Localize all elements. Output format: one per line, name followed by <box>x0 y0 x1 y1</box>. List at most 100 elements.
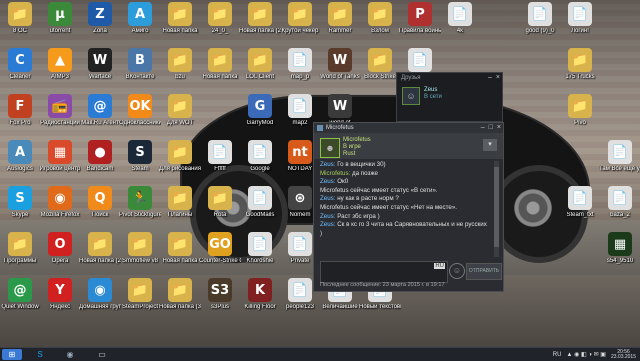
chat-message: Zeus: Ск в кс го 3 чита на Сарявнователь… <box>320 221 488 238</box>
desktop-icon[interactable]: ◉ Mozilla Firefox <box>39 186 81 219</box>
desktop-icon[interactable]: C Cleaner <box>0 48 41 81</box>
close-icon[interactable]: × <box>496 73 500 82</box>
desktop-icon[interactable]: K Killing Floor <box>239 278 281 311</box>
desktop-icon[interactable]: Z Zona <box>79 2 121 35</box>
desktop-icon[interactable]: S Skype <box>0 186 41 219</box>
desktop-icon[interactable]: 📄 Ffffff <box>199 140 241 173</box>
desktop-icon[interactable]: µ utorrent <box>39 2 81 35</box>
skype-icon[interactable]: S <box>30 349 50 360</box>
desktop-icon[interactable]: 📄 Google <box>239 140 281 173</box>
desktop-icon[interactable]: @ Mail.Ru Агент <box>79 94 121 127</box>
maximize-icon[interactable]: □ <box>489 123 493 132</box>
chat-titlebar[interactable]: Microfetus – □ × <box>314 123 503 133</box>
desktop-icon[interactable]: 📁 Новая папка (2) <box>239 2 281 35</box>
desktop-icon[interactable]: S Steam <box>119 140 161 173</box>
desktop-icon[interactable]: 📁 Новая папка <box>159 2 201 35</box>
desktop-icon[interactable]: 📁 SteamProject <box>119 278 161 311</box>
desktop-icon[interactable]: 📁 Плагины <box>159 186 201 219</box>
desktop-icon[interactable]: O Opera <box>39 232 81 265</box>
steam-taskbar-icon[interactable]: ◉ <box>60 349 80 360</box>
desktop-icon[interactable]: @ Quiet Window <box>0 278 41 311</box>
desktop-icon[interactable]: S3 s3Plus <box>199 278 241 311</box>
desktop-icon-glyph: S <box>128 140 152 164</box>
chat-message-text: Го в вещички 30) <box>337 161 386 168</box>
desktop-icon[interactable]: 📁 Rota <box>199 186 241 219</box>
chat-scrollbar[interactable] <box>494 161 499 257</box>
chat-message-text: да позже <box>352 169 378 177</box>
desktop-icon[interactable]: 📁 Для WOT <box>159 94 201 127</box>
desktop-icon-label: Радиостанции <box>40 120 80 126</box>
close-icon[interactable]: × <box>497 123 501 132</box>
desktop-icon[interactable]: 📄 good (9)_0 <box>519 2 561 35</box>
desktop-icon[interactable]: ▦ Игровой центр <box>39 140 81 173</box>
emoticon-icon[interactable]: ☺ <box>449 263 465 279</box>
desktop-icon-label: Одноклассники <box>119 120 161 126</box>
desktop-icon[interactable]: 📁 Взлом <box>359 2 401 35</box>
tray-icons[interactable]: ▲ ◉ ◧ ◑ ✉ ▣ <box>566 351 606 358</box>
friends-titlebar[interactable]: Друзья – × <box>397 73 502 83</box>
send-button[interactable]: ОТПРАВИТЬ <box>466 263 502 280</box>
desktop-icon[interactable]: P Правила войны <box>399 2 441 35</box>
friends-self-entry[interactable]: ☺ Zeus В сети <box>402 87 442 105</box>
desktop-icon-glyph: 📁 <box>128 278 152 302</box>
desktop-icon[interactable]: ▲ AIMP3 <box>39 48 81 81</box>
minimize-icon[interactable]: – <box>488 73 492 82</box>
desktop-icon[interactable]: 📁 Smmoflew v8 <box>119 232 161 265</box>
desktop-icon[interactable]: Q Поиск <box>79 186 121 219</box>
desktop-icon[interactable]: G GarryMod <box>239 94 281 127</box>
desktop-icon-glyph: 📻 <box>48 94 72 118</box>
desktop-icon[interactable]: 📄 4k <box>439 2 481 35</box>
desktop-icon[interactable]: 📄 map_p <box>279 48 321 81</box>
desktop-icon[interactable]: 📁 24_0_ <box>199 2 241 35</box>
desktop-icon[interactable]: OK Одноклассники <box>119 94 161 127</box>
desktop-icon[interactable]: 📄 Там Все ещё удалить <box>599 140 640 173</box>
steam-chat-window[interactable]: Microfetus – □ × ☻ Microfetus В игре Rus… <box>313 122 504 292</box>
desktop-icon[interactable]: GO Counter-Strike Global Offensive <box>199 232 241 265</box>
desktop-icon[interactable]: 📁 Новая папка (3) <box>159 278 201 311</box>
desktop-icon[interactable]: В ВКонтакте <box>119 48 161 81</box>
desktop-icon[interactable]: Y Яндекс <box>39 278 81 311</box>
explorer-icon[interactable]: ▭ <box>92 349 112 360</box>
desktop-icon[interactable]: A Амиго <box>119 2 161 35</box>
language-indicator[interactable]: RU <box>553 352 562 358</box>
desktop-icon[interactable]: 📁 Pivo <box>559 94 601 127</box>
chevron-down-icon[interactable]: ▾ <box>483 139 497 151</box>
desktop-icon[interactable]: A Auslogics <box>0 140 41 173</box>
desktop-icon[interactable]: 📁 Новая папка (2) <box>79 232 121 265</box>
desktop-icon[interactable]: 📁 Для рисования <box>159 140 201 173</box>
desktop-icon-glyph: 📄 <box>568 186 592 210</box>
desktop-icon[interactable]: 📁 Крутой чекер <box>279 2 321 35</box>
desktop-icon[interactable]: F Fox Pro <box>0 94 41 127</box>
desktop-icon[interactable]: 🏃 Pivot Stickfigure <box>119 186 161 219</box>
desktop-icon[interactable]: 📄 GoodMails <box>239 186 281 219</box>
steam-friends-window[interactable]: Друзья – × ☺ Zeus В сети <box>396 72 503 122</box>
desktop-icon[interactable]: 📁 8 ОС <box>0 2 41 35</box>
desktop-icon[interactable]: 📁 LOL Client <box>239 48 281 81</box>
desktop-icon[interactable]: W Warface <box>79 48 121 81</box>
desktop-icon[interactable]: 📁 Новая папка <box>159 232 201 265</box>
minimize-icon[interactable]: – <box>481 123 485 132</box>
desktop-icon[interactable]: ● Bandicam <box>79 140 121 173</box>
desktop-icon[interactable]: 📁 Программы <box>0 232 41 265</box>
desktop-icon[interactable]: 📄 Steam_txt <box>559 186 601 219</box>
desktop-icon[interactable]: 📁 Rammer <box>319 2 361 35</box>
friend-name[interactable]: Microfetus <box>343 137 371 144</box>
desktop-icon-glyph: 📁 <box>8 232 32 256</box>
desktop-icon[interactable]: ◉ Домашняя группа <box>79 278 121 311</box>
clock[interactable]: 20:56 23.03.2015 <box>611 349 636 360</box>
desktop-icon[interactable]: 📄 baza_2 <box>599 186 640 219</box>
desktop-icon[interactable]: 📻 Радиостанции <box>39 94 81 127</box>
desktop-icon[interactable]: 📁 bzu <box>159 48 201 81</box>
desktop-icon[interactable]: ▦ s54_9510 <box>599 232 640 265</box>
desktop-icon[interactable]: W World of Tanks <box>319 48 361 81</box>
friend-avatar[interactable]: ☻ <box>320 138 340 158</box>
desktop-icon[interactable]: 📁 Block Strike <box>359 48 401 81</box>
desktop-icon-label: Rota <box>213 212 227 218</box>
desktop-icon[interactable]: 📁 Новая папка <box>199 48 241 81</box>
desktop-icon[interactable]: 📄 Khoroshie <box>239 232 281 265</box>
friend-info: Microfetus В игре Rust <box>343 137 371 158</box>
desktop-icon[interactable]: 📁 175 Trucks <box>559 48 601 81</box>
chat-input[interactable]: RU <box>320 261 448 283</box>
start-button[interactable]: ⊞ <box>2 349 22 360</box>
desktop-icon[interactable]: 📄 Логин! <box>559 2 601 35</box>
